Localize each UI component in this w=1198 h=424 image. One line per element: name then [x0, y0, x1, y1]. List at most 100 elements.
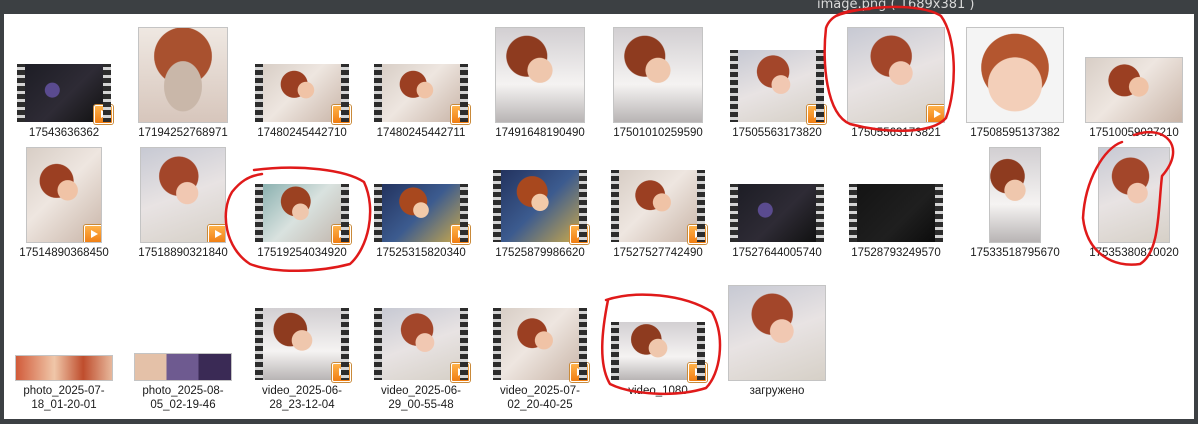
- thumbnail-area: [8, 286, 120, 380]
- play-icon: [570, 225, 589, 244]
- file-tile[interactable]: photo_2025-07-18_01-20-01: [8, 286, 120, 412]
- play-icon: [208, 225, 225, 242]
- file-name: 17535380810020: [1089, 247, 1179, 259]
- thumbnail-area: [959, 28, 1071, 122]
- thumbnail-area: [484, 286, 596, 382]
- file-tile[interactable]: 17518890321840: [127, 148, 239, 260]
- file-tile[interactable]: photo_2025-08-05_02-19-46: [127, 286, 239, 412]
- thumbnail-area: [8, 148, 120, 242]
- file-name: video_2025-06-28_23-12-04: [262, 385, 342, 411]
- video-thumbnail: [493, 170, 589, 244]
- thumbnail-area: [602, 28, 714, 122]
- thumbnail-image: [857, 184, 935, 242]
- file-tile[interactable]: 17514890368450: [8, 148, 120, 260]
- file-tile[interactable]: 17501010259590: [602, 28, 714, 140]
- thumbnail-area: [365, 28, 477, 124]
- image-thumbnail: [139, 28, 227, 122]
- image-thumbnail: [990, 148, 1040, 242]
- play-icon: [94, 105, 113, 124]
- file-name: photo_2025-07-18_01-20-01: [23, 385, 105, 411]
- play-icon: [807, 105, 826, 124]
- image-thumbnail: [16, 356, 112, 380]
- thumbnail-area: [1078, 28, 1190, 122]
- image-thumbnail: [1099, 148, 1169, 242]
- thumbnail-image: [263, 184, 341, 242]
- video-thumbnail: [17, 64, 113, 124]
- file-tile[interactable]: 17543636362: [8, 28, 120, 140]
- file-tile[interactable]: 17533518795670: [959, 148, 1071, 260]
- thumbnail-area: [602, 148, 714, 244]
- file-name: video_1080: [628, 385, 688, 397]
- file-name: 17543636362: [28, 127, 100, 139]
- file-tile[interactable]: 17505563173821: [840, 28, 952, 140]
- file-tile[interactable]: video_2025-07-02_20-40-25: [484, 286, 596, 412]
- video-thumbnail: [730, 184, 824, 242]
- file-name: photo_2025-08-05_02-19-46: [142, 385, 224, 411]
- file-name: 17518890321840: [138, 247, 228, 259]
- play-icon: [84, 225, 101, 242]
- image-thumbnail: [729, 286, 825, 380]
- window-frame-right: [1194, 14, 1198, 424]
- file-name: 17501010259590: [613, 127, 703, 139]
- play-icon: [570, 363, 589, 382]
- thumbnail-area: [721, 28, 833, 124]
- file-tile[interactable]: 17194252768971: [127, 28, 239, 140]
- file-name: 17528793249570: [851, 247, 941, 259]
- image-thumbnail: [848, 28, 944, 122]
- play-icon: [451, 363, 470, 382]
- file-tile[interactable]: 17525315820340: [365, 148, 477, 260]
- thumbnail-area: [602, 286, 714, 382]
- thumbnail-image: [619, 322, 697, 380]
- play-icon: [927, 105, 944, 122]
- file-name: 17527644005740: [732, 247, 822, 259]
- thumbnail-area: [127, 286, 239, 380]
- thumbnail-area: [840, 28, 952, 122]
- file-tile[interactable]: 17527527742490: [602, 148, 714, 260]
- thumbnail-image: [619, 170, 697, 242]
- file-tile[interactable]: 17480245442711: [365, 28, 477, 140]
- play-icon: [688, 225, 707, 244]
- file-tile[interactable]: 17508595137382: [959, 28, 1071, 140]
- thumbnail-image: [263, 308, 341, 380]
- file-name: 17508595137382: [970, 127, 1060, 139]
- file-tile[interactable]: 17535380810020: [1078, 148, 1190, 260]
- file-name: video_2025-06-29_00-55-48: [381, 385, 461, 411]
- thumbnail-area: [365, 286, 477, 382]
- file-tile[interactable]: 17527644005740: [721, 148, 833, 260]
- file-tile[interactable]: 17505563173820: [721, 28, 833, 140]
- image-thumbnail: [27, 148, 101, 242]
- image-thumbnail: [614, 28, 702, 122]
- play-icon: [332, 363, 351, 382]
- file-tile[interactable]: 17519254034920: [246, 148, 358, 260]
- thumbnail-image: [501, 308, 579, 380]
- thumbnail-area: [127, 28, 239, 122]
- play-icon: [332, 105, 351, 124]
- file-name: 17510059027210: [1089, 127, 1179, 139]
- play-icon: [332, 225, 351, 244]
- file-tile[interactable]: video_2025-06-28_23-12-04: [246, 286, 358, 412]
- image-thumbnail: [135, 354, 231, 380]
- video-thumbnail: [849, 184, 943, 242]
- file-tile[interactable]: 17491648190490: [484, 28, 596, 140]
- video-thumbnail: [611, 170, 707, 244]
- thumbnail-image: [738, 184, 816, 242]
- image-thumbnail: [967, 28, 1063, 122]
- file-tile[interactable]: загружено: [721, 286, 833, 398]
- video-thumbnail: [374, 64, 470, 124]
- file-name: 17480245442710: [257, 127, 347, 139]
- file-tile[interactable]: 17528793249570: [840, 148, 952, 260]
- file-name: 17480245442711: [376, 127, 466, 139]
- file-name: 17505563173820: [732, 127, 822, 139]
- file-tile[interactable]: 17480245442710: [246, 28, 358, 140]
- thumbnail-area: [840, 148, 952, 242]
- file-tile[interactable]: video_1080: [602, 286, 714, 398]
- file-name: 17194252768971: [138, 127, 228, 139]
- file-name: video_2025-07-02_20-40-25: [500, 385, 580, 411]
- video-thumbnail: [255, 184, 351, 244]
- thumbnail-image: [382, 184, 460, 242]
- file-tile[interactable]: video_2025-06-29_00-55-48: [365, 286, 477, 412]
- file-tile[interactable]: 17510059027210: [1078, 28, 1190, 140]
- image-thumbnail: [496, 28, 584, 122]
- file-tile[interactable]: 17525879986620: [484, 148, 596, 260]
- window-title-bar: image.png ( 1689x381 ): [0, 0, 1198, 14]
